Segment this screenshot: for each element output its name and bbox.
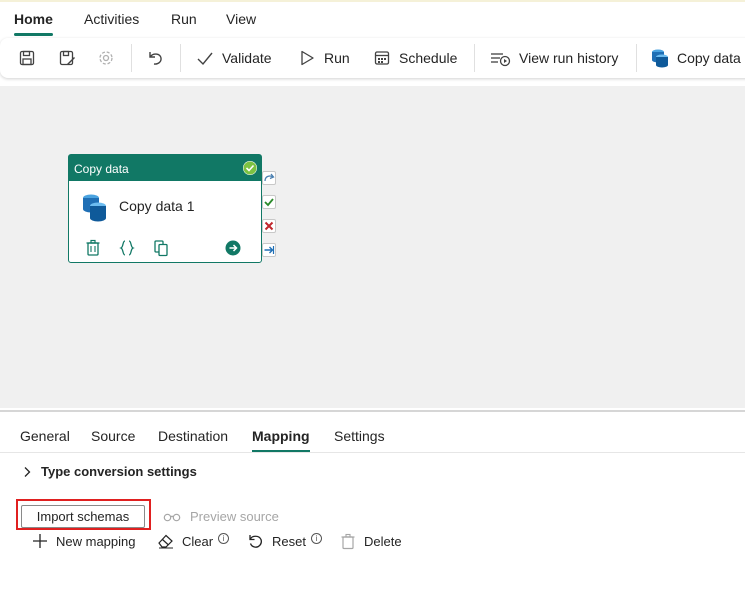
toolbar-separator <box>474 44 475 72</box>
chevron-right-icon <box>24 466 31 477</box>
tab-general[interactable]: General <box>20 428 70 444</box>
clone-activity-button[interactable] <box>153 239 169 260</box>
node-header: Copy data <box>69 155 261 181</box>
panel-divider[interactable] <box>0 410 745 412</box>
clear-button[interactable]: Clear i <box>157 531 230 551</box>
toolbar: Validate Run Schedule View run history C… <box>0 38 745 78</box>
database-icon <box>652 49 668 68</box>
tabs-baseline <box>0 452 745 453</box>
schedule-button[interactable]: Schedule <box>373 38 457 78</box>
save-as-icon <box>59 50 75 66</box>
type-conversion-label: Type conversion settings <box>41 464 197 479</box>
clear-label: Clear <box>182 533 214 549</box>
tab-view[interactable]: View <box>226 11 256 27</box>
settings-button[interactable] <box>97 38 115 78</box>
tab-settings[interactable]: Settings <box>334 428 385 444</box>
preview-source-label: Preview source <box>190 509 279 524</box>
validate-label: Validate <box>222 50 272 66</box>
validate-button[interactable]: Validate <box>196 38 272 78</box>
save-icon <box>19 50 35 66</box>
skip-arrow-icon <box>264 173 275 182</box>
play-icon <box>301 50 314 66</box>
info-icon: i <box>310 532 322 544</box>
run-label: Run <box>324 50 350 66</box>
copy-data-activity-node[interactable]: Copy data Copy data 1 <box>68 154 262 263</box>
tab-home[interactable]: Home <box>14 11 53 27</box>
run-history-icon <box>491 53 511 67</box>
eraser-icon <box>158 534 173 549</box>
copy-data-label: Copy data <box>677 50 741 66</box>
tab-mapping[interactable]: Mapping <box>252 428 310 444</box>
delete-label: Delete <box>364 533 402 549</box>
tab-source[interactable]: Source <box>91 428 135 444</box>
success-check-icon <box>243 161 257 175</box>
failure-x-icon <box>264 221 274 231</box>
reset-icon <box>249 535 262 548</box>
arrow-right-circle-icon <box>225 240 241 256</box>
copy-icon <box>154 240 168 257</box>
gear-icon <box>99 51 113 65</box>
checkmark-icon <box>197 52 213 66</box>
delete-button[interactable]: Delete <box>340 531 402 551</box>
on-failure-port[interactable] <box>262 219 276 233</box>
view-run-history-button[interactable]: View run history <box>489 38 618 78</box>
preview-source-button[interactable]: Preview source <box>163 509 279 524</box>
view-run-history-label: View run history <box>519 50 619 66</box>
save-button[interactable] <box>18 38 36 78</box>
completion-arrow-icon <box>264 246 275 254</box>
tab-run[interactable]: Run <box>171 11 197 27</box>
tab-destination[interactable]: Destination <box>158 428 228 444</box>
toolbar-separator <box>636 44 637 72</box>
view-code-button[interactable] <box>119 239 135 260</box>
undo-button[interactable] <box>146 38 164 78</box>
code-braces-icon <box>119 240 135 256</box>
top-menu-bar: Home Activities Run View <box>0 0 745 36</box>
glasses-icon <box>163 513 181 521</box>
run-button[interactable]: Run <box>298 38 350 78</box>
toolbar-separator <box>180 44 181 72</box>
type-conversion-settings-toggle[interactable]: Type conversion settings <box>22 464 197 479</box>
copy-data-button[interactable]: Copy data <box>651 38 741 78</box>
node-type-label: Copy data <box>74 162 129 176</box>
import-schemas-button[interactable]: Import schemas <box>21 505 145 528</box>
trash-icon <box>341 533 355 549</box>
new-mapping-label: New mapping <box>56 533 136 549</box>
plus-icon <box>33 534 47 548</box>
tab-activities[interactable]: Activities <box>84 11 139 27</box>
database-icon <box>81 193 109 226</box>
undo-icon <box>149 52 162 65</box>
active-tab-indicator <box>14 33 53 36</box>
success-check-icon <box>264 198 274 207</box>
on-skip-port[interactable] <box>262 171 276 185</box>
active-panel-tab-indicator <box>252 450 310 452</box>
calendar-icon <box>374 51 390 65</box>
go-to-activity-button[interactable] <box>225 239 241 260</box>
on-completion-port[interactable] <box>262 243 276 257</box>
reset-label: Reset <box>272 533 306 549</box>
new-mapping-button[interactable]: New mapping <box>32 531 136 551</box>
save-as-button[interactable] <box>58 38 76 78</box>
node-name: Copy data 1 <box>119 198 195 214</box>
schedule-label: Schedule <box>399 50 458 66</box>
reset-button[interactable]: Reset i <box>247 531 322 551</box>
info-icon: i <box>218 532 230 544</box>
trash-icon <box>86 239 100 256</box>
toolbar-separator <box>131 44 132 72</box>
delete-activity-button[interactable] <box>85 239 101 260</box>
on-success-port[interactable] <box>262 195 276 209</box>
